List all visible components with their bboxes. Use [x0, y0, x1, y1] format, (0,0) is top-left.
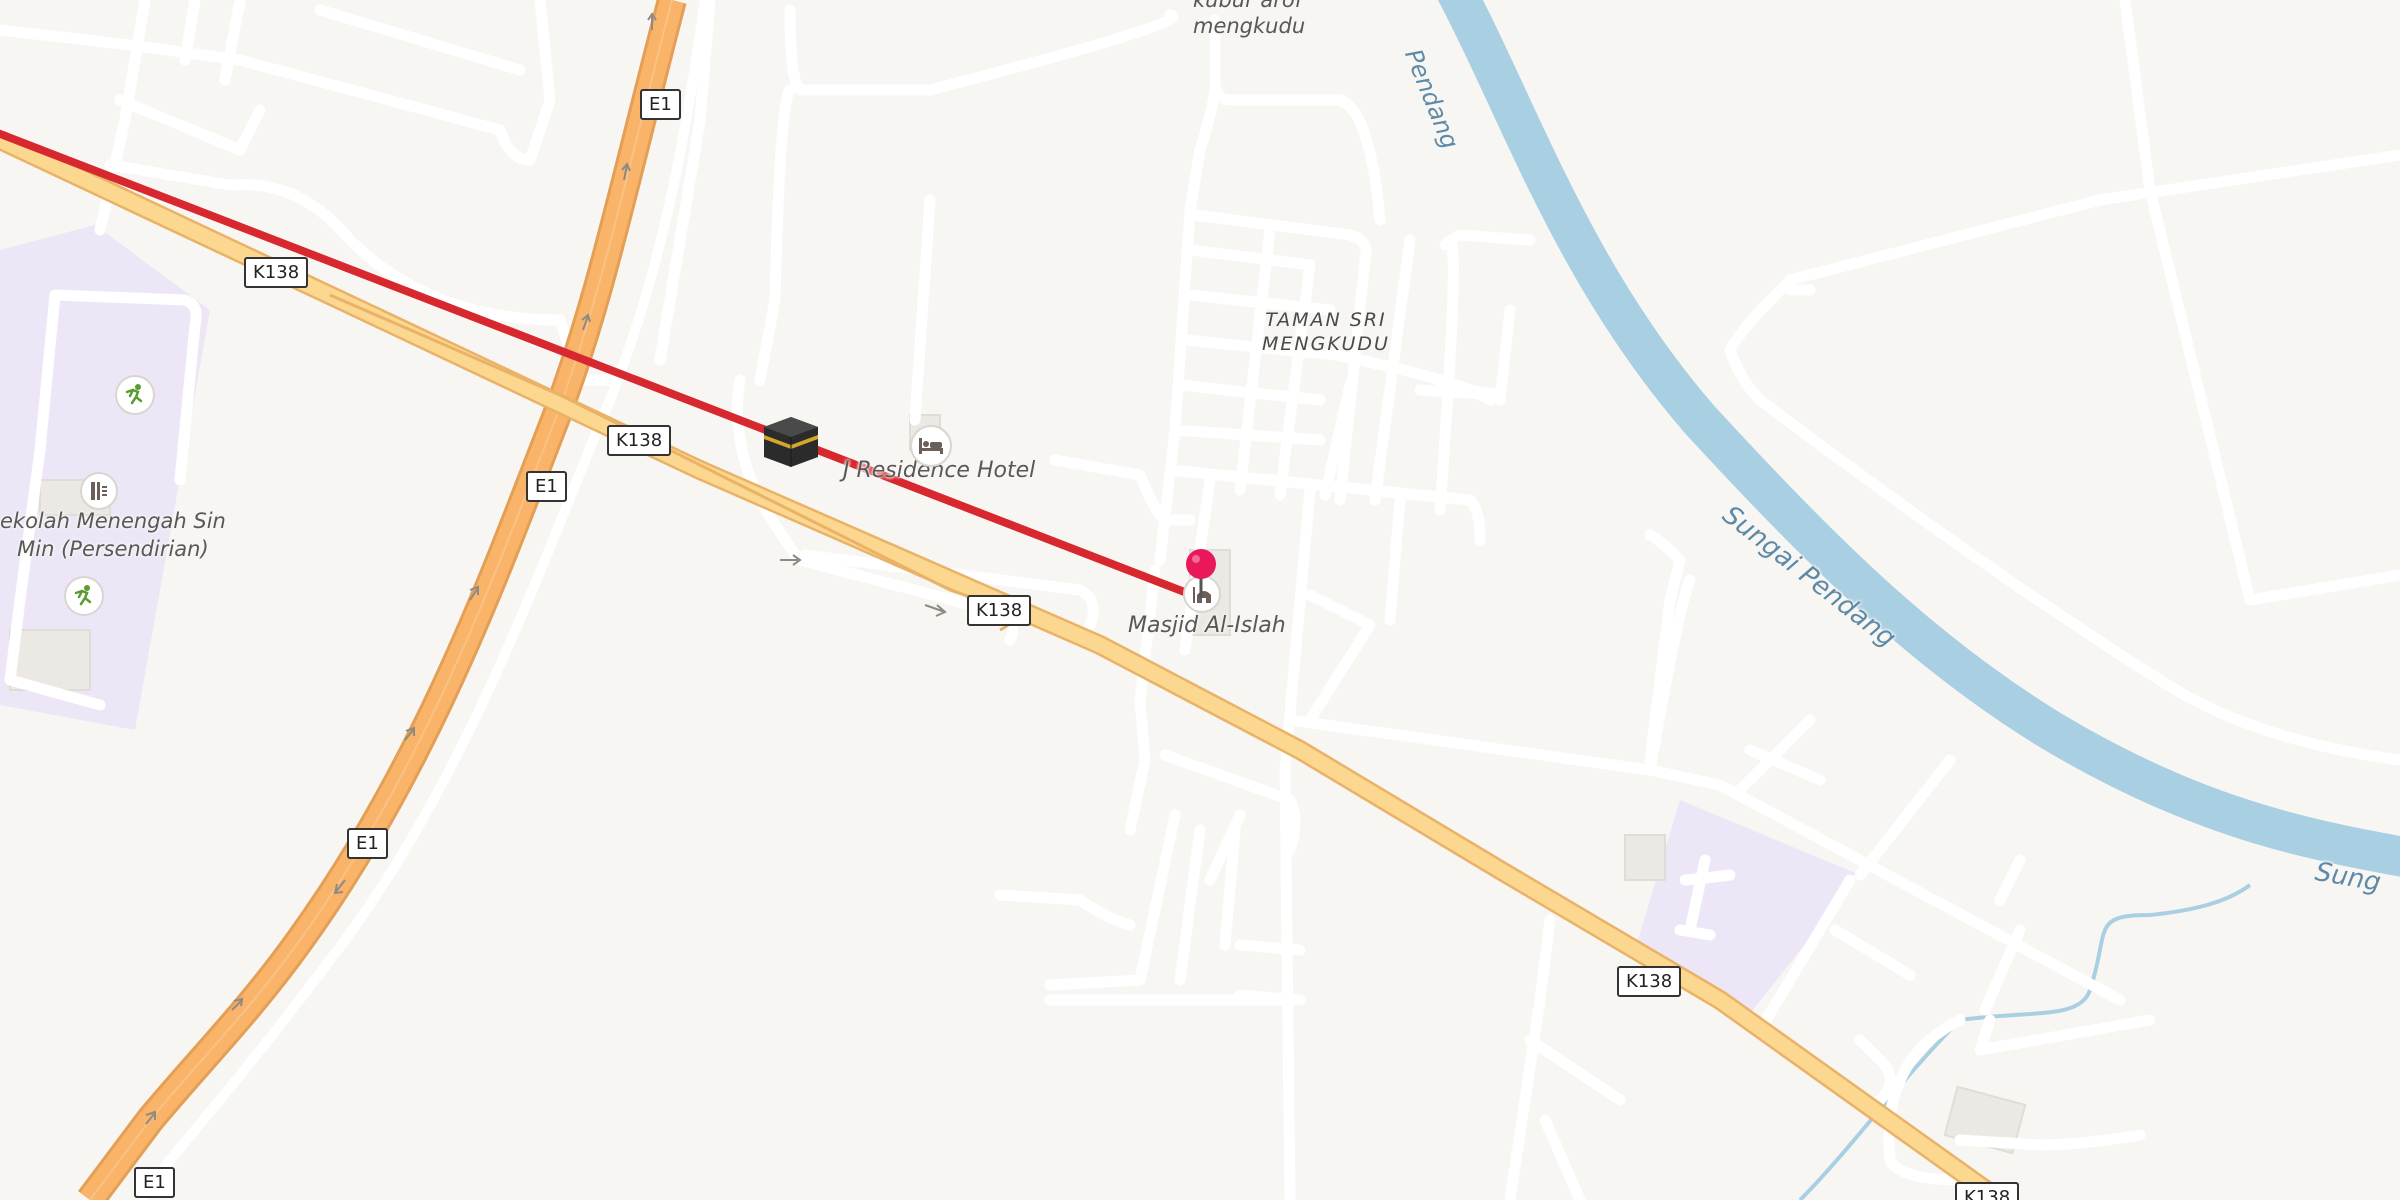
runner-icon — [74, 585, 92, 606]
hotel-poi[interactable] — [910, 425, 952, 467]
map-canvas[interactable]: Pendang Sungai Pendang Sung E1 E1 E1 E1 … — [0, 0, 2400, 1200]
road-shield-e1: E1 — [640, 89, 681, 120]
runner-icon — [125, 384, 143, 405]
road-shield-k138: K138 — [967, 595, 1032, 626]
poi-label-masjid[interactable]: Masjid Al-Islah — [1128, 613, 1286, 638]
road-shield-k138: K138 — [1617, 966, 1682, 997]
poi-label-school[interactable]: ekolah Menengah Sin Min (Persendirian) — [0, 507, 226, 563]
school-icon — [91, 482, 107, 500]
road-shield-e1: E1 — [526, 471, 567, 502]
kaaba-icon[interactable] — [762, 415, 820, 469]
road-shield-k138: K138 — [1955, 1182, 2020, 1200]
location-pin-icon[interactable] — [1183, 548, 1219, 600]
trunk-road-k138 — [0, 130, 2006, 1200]
road-shield-k138: K138 — [244, 257, 309, 288]
area-label-taman-sri-mengkudu: TAMAN SRI MENGKUDU — [1262, 309, 1390, 355]
road-shield-e1: E1 — [347, 828, 388, 859]
bed-icon — [919, 438, 943, 454]
road-shield-k138: K138 — [607, 425, 672, 456]
sports-poi-north[interactable] — [115, 375, 155, 415]
school-poi[interactable] — [80, 472, 118, 510]
road-shield-e1: E1 — [134, 1167, 175, 1198]
place-label-mengkudu: kubur arof mengkudu — [1193, 0, 1306, 38]
sports-poi-south[interactable] — [64, 576, 104, 616]
